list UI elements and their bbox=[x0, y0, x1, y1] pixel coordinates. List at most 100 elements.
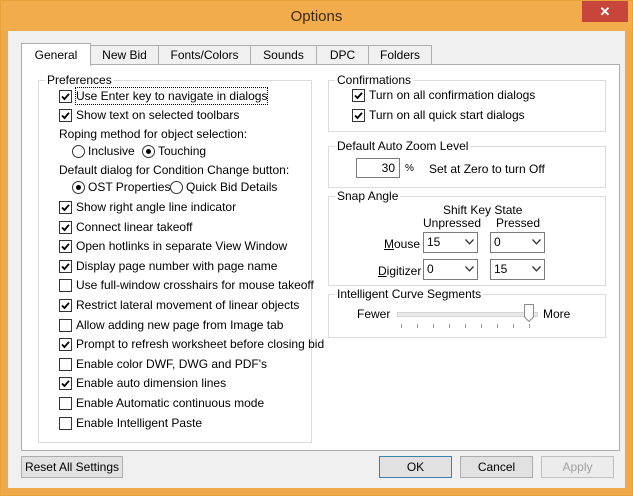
checkmark-icon bbox=[354, 112, 363, 120]
slider-tick bbox=[449, 324, 450, 328]
radio-label: Quick Bid Details bbox=[186, 180, 278, 194]
checkmark-icon bbox=[61, 341, 70, 349]
checkbox-label: Turn on all quick start dialogs bbox=[369, 108, 525, 122]
slider-tick bbox=[401, 324, 402, 328]
general-tab-page: Preferences Use Enter key to navigate in… bbox=[21, 64, 620, 451]
chevron-down-icon bbox=[532, 266, 541, 272]
tab-fonts-colors[interactable]: Fonts/Colors bbox=[158, 45, 251, 65]
checkbox-label: Connect linear takeoff bbox=[76, 219, 193, 234]
chevron-down-icon bbox=[465, 239, 474, 245]
checkbox-box[interactable] bbox=[59, 357, 72, 371]
cancel-button[interactable]: Cancel bbox=[460, 456, 533, 478]
mouse-pressed-value: 0 bbox=[494, 235, 501, 249]
pressed-column-label: Pressed bbox=[496, 216, 541, 230]
chevron-down-icon bbox=[532, 239, 541, 245]
tab-general[interactable]: General bbox=[21, 43, 91, 66]
checkbox-box[interactable] bbox=[59, 397, 72, 410]
mouse-label-rest: ouse bbox=[394, 237, 421, 251]
checkbox-box[interactable] bbox=[59, 279, 72, 293]
default-dialog-label: Default dialog for Condition Change butt… bbox=[59, 163, 290, 177]
checkbox-box[interactable] bbox=[59, 299, 72, 312]
curve-slider-track[interactable] bbox=[397, 312, 538, 317]
reset-all-settings-button[interactable]: Reset All Settings bbox=[21, 456, 123, 478]
checkbox-box[interactable] bbox=[59, 318, 72, 332]
apply-button[interactable]: Apply bbox=[541, 456, 614, 478]
checkmark-icon bbox=[61, 302, 70, 310]
checkbox-box[interactable] bbox=[59, 338, 72, 352]
mouse-unpressed-value: 15 bbox=[427, 235, 441, 249]
dialog-client-area: General New Bid Fonts/Colors Sounds DPC … bbox=[8, 31, 625, 488]
digitizer-unpressed-select[interactable]: 0 bbox=[423, 259, 478, 280]
mouse-label: Mouse bbox=[384, 237, 420, 251]
radio-circle[interactable] bbox=[72, 181, 85, 194]
mouse-unpressed-select[interactable]: 15 bbox=[423, 232, 478, 253]
checkmark-icon bbox=[61, 263, 70, 271]
digitizer-pressed-select[interactable]: 15 bbox=[490, 259, 545, 280]
close-button[interactable]: ✕ bbox=[582, 1, 628, 22]
radio-circle[interactable] bbox=[170, 181, 183, 194]
slider-tick bbox=[433, 324, 434, 328]
slider-tick bbox=[513, 324, 514, 328]
slider-max-label: More bbox=[543, 307, 571, 321]
checkbox-label: Open hotlinks in separate View Window bbox=[76, 239, 288, 254]
tab-sounds[interactable]: Sounds bbox=[250, 45, 317, 65]
radio-label: OST Properties bbox=[88, 180, 171, 194]
mouse-label-mnemonic: M bbox=[384, 237, 394, 251]
checkbox-box[interactable] bbox=[59, 109, 72, 122]
digitizer-label-rest: igitizer bbox=[386, 264, 422, 278]
auto-zoom-title: Default Auto Zoom Level bbox=[335, 139, 471, 153]
tab-folders[interactable]: Folders bbox=[368, 45, 432, 65]
slider-tick bbox=[465, 324, 466, 328]
checkbox-box[interactable] bbox=[59, 240, 72, 254]
checkbox-label: Restrict lateral movement of linear obje… bbox=[76, 298, 300, 312]
chevron-down-icon bbox=[465, 266, 474, 272]
roping-method-label: Roping method for object selection: bbox=[59, 127, 248, 141]
ok-button[interactable]: OK bbox=[379, 456, 452, 478]
checkmark-icon bbox=[61, 112, 70, 120]
preferences-group: Preferences Use Enter key to navigate in… bbox=[38, 73, 324, 443]
checkbox-box[interactable] bbox=[59, 259, 72, 273]
checkbox-label: Display page number with page name bbox=[76, 258, 278, 273]
auto-zoom-group: Default Auto Zoom Level 30 % Set at Zero… bbox=[328, 139, 606, 188]
window-title: Options bbox=[290, 8, 343, 25]
confirmations-group: Confirmations Turn on all confirmation d… bbox=[328, 73, 606, 132]
slider-tick bbox=[529, 324, 530, 328]
radio-label: Touching bbox=[158, 144, 207, 158]
zoom-unit-label: % bbox=[405, 163, 414, 174]
curve-slider-thumb[interactable] bbox=[524, 304, 534, 322]
tab-dpc[interactable]: DPC bbox=[316, 45, 369, 65]
snap-angle-group: Snap Angle Shift Key State Unpressed Pre… bbox=[328, 189, 606, 286]
snap-angle-title: Snap Angle bbox=[335, 189, 401, 203]
shift-key-state-label: Shift Key State bbox=[443, 203, 523, 217]
checkmark-icon bbox=[61, 243, 70, 251]
checkbox-box[interactable] bbox=[59, 201, 72, 214]
checkbox-box[interactable] bbox=[352, 89, 365, 102]
digitizer-label: Digitizer bbox=[378, 264, 421, 278]
slider-tick bbox=[481, 324, 482, 328]
checkbox-label: Use full-window crosshairs for mouse tak… bbox=[76, 278, 314, 293]
checkbox-box[interactable] bbox=[352, 109, 365, 122]
radio-circle[interactable] bbox=[72, 145, 85, 158]
close-icon: ✕ bbox=[599, 4, 611, 19]
slider-min-label: Fewer bbox=[357, 307, 391, 321]
slider-tick bbox=[497, 324, 498, 328]
checkbox-box[interactable] bbox=[59, 416, 72, 430]
checkmark-icon bbox=[61, 204, 70, 212]
mouse-pressed-select[interactable]: 0 bbox=[490, 232, 545, 253]
radio-label: Inclusive bbox=[88, 144, 135, 158]
checkbox-box[interactable] bbox=[59, 220, 72, 234]
title-bar[interactable]: Options ✕ bbox=[1, 1, 632, 31]
checkbox-label: Allow adding new page from Image tab bbox=[76, 317, 284, 332]
checkbox-box[interactable] bbox=[59, 377, 72, 391]
checkbox-label: Show text on selected toolbars bbox=[76, 108, 240, 122]
checkbox-box[interactable] bbox=[59, 90, 72, 103]
radio-dot bbox=[76, 185, 81, 190]
checkmark-icon bbox=[354, 92, 363, 100]
radio-circle[interactable] bbox=[142, 145, 155, 158]
tab-new-bid[interactable]: New Bid bbox=[90, 45, 159, 65]
curve-segments-title: Intelligent Curve Segments bbox=[335, 287, 484, 301]
checkbox-label: Turn on all confirmation dialogs bbox=[369, 88, 536, 102]
confirmations-title: Confirmations bbox=[335, 73, 414, 87]
checkbox-label: Show right angle line indicator bbox=[76, 200, 237, 214]
zoom-level-input[interactable]: 30 bbox=[356, 158, 400, 178]
